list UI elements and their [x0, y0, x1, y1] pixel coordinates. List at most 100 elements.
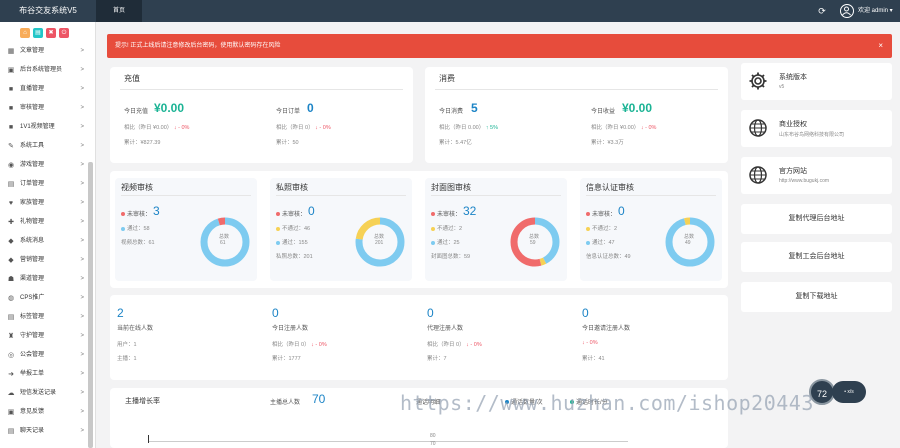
total-anchors-label: 主播总人数 [270, 400, 301, 406]
passed-count: 通过：155 [276, 238, 308, 246]
sidebar-item[interactable]: ■ 直播管理 > [0, 80, 88, 99]
chevron-right-icon: > [80, 390, 84, 396]
ring-total: 61 [220, 240, 226, 246]
sidebar-item[interactable]: ◉ 游戏管理 > [0, 156, 88, 175]
sidebar-item-label: 聊天记录 [20, 428, 45, 434]
chart-axis [148, 441, 628, 442]
info-card: 系统版本 v5 [741, 63, 892, 100]
sidebar-item[interactable]: ▦ 文章管理 > [0, 42, 88, 61]
stat-value: 0 [272, 306, 279, 320]
sidebar-item[interactable]: ■ 1V1视频管理 > [0, 118, 88, 137]
user-menu[interactable]: 欢迎 admin ▾ [858, 0, 893, 22]
chart-tick: 80 [430, 433, 436, 439]
passed-count: 通过：58 [121, 224, 150, 232]
power-icon[interactable]: ⏻ [59, 28, 69, 38]
sidebar-item[interactable]: ▣ 意见反馈 > [0, 403, 88, 422]
consume-title: 消费 [439, 74, 455, 83]
globe-icon [748, 165, 768, 185]
sidebar-item[interactable]: ◆ 营销管理 > [0, 251, 88, 270]
copy-address-button[interactable]: 复制下载地址 [741, 282, 892, 312]
sidebar-item-label: 家族管理 [20, 200, 45, 206]
stat-line-1: 用户：1 [117, 342, 137, 348]
total-count: 视频总数：61 [121, 240, 155, 246]
sidebar-item[interactable]: ■ 审核管理 > [0, 99, 88, 118]
sidebar-item[interactable]: ➜ 举报工单 > [0, 365, 88, 384]
tab-home[interactable]: 首页 [96, 0, 142, 22]
sidebar-item[interactable]: ✚ 礼物管理 > [0, 213, 88, 232]
menu-icon: ✚ [8, 219, 14, 226]
menu-icon: ▤ [7, 428, 15, 435]
sidebar-item[interactable]: ▣ 后台系统管理员 > [0, 61, 88, 80]
stat-value: 2 [117, 306, 124, 320]
stat-line-2: 累计：7 [427, 356, 447, 362]
info-title: 系统版本 [779, 74, 807, 81]
avatar-icon[interactable] [840, 4, 854, 18]
chart-y-axis [148, 435, 149, 443]
refresh-icon[interactable]: ⟳ [816, 5, 828, 17]
menu-icon: ☁ [7, 390, 15, 397]
failed-count: 不通过：2 [586, 224, 617, 232]
divider [435, 89, 718, 90]
menu-icon: ◎ [7, 352, 15, 359]
document-icon[interactable]: ▤ [33, 28, 43, 38]
review-panel: 私照审核 未审核： 0 不通过：46 通过：155 私照总数：201 总数 201 [270, 178, 412, 281]
sidebar-item[interactable]: ♥ 家族管理 > [0, 194, 88, 213]
divider [431, 195, 561, 196]
growth-title: 主播增长率 [125, 398, 160, 405]
stat-label: 今日注册人数 [272, 326, 309, 332]
sidebar-item-label: 文章管理 [20, 48, 45, 54]
consume-card: 消费 今日消费 5 相比（昨日 0.00） ↑ 5% 累计：5.47亿 今日收益… [425, 67, 728, 163]
info-subtitle: 山东布谷鸟网络科技有限公司 [779, 132, 845, 138]
chevron-right-icon: > [80, 371, 84, 377]
stat-line-2: 主播：1 [117, 356, 137, 362]
sidebar-item[interactable]: ▤ 聊天记录 > [0, 422, 88, 441]
speed-widget-pill[interactable]: • x/s [832, 381, 866, 403]
menu-icon: ♥ [8, 200, 14, 207]
copy-address-button[interactable]: 复制代理后台地址 [741, 204, 892, 234]
sidebar-item[interactable]: ◍ CPS推广 > [0, 289, 88, 308]
today-recharge-compare: 相比（昨日 ¥0.00） ↓ - 0% [124, 125, 190, 131]
copy-address-button[interactable]: 复制工会后台地址 [741, 242, 892, 272]
menu-icon: ▤ [7, 181, 15, 188]
review-panel: 封面图审核 未审核： 32 不通过：2 通过：25 封面图总数：59 总数 59 [425, 178, 567, 281]
pending-label: 未审核： [586, 209, 616, 218]
today-consume-label: 今日消费 [439, 109, 464, 115]
sidebar-item-label: 公会管理 [20, 352, 45, 358]
sidebar-item[interactable]: ▤ 订单管理 > [0, 175, 88, 194]
globe-icon [748, 118, 768, 138]
sidebar-scrollbar[interactable] [88, 162, 93, 448]
sidebar-item[interactable]: ♜ 守护管理 > [0, 327, 88, 346]
stat-line-2: 累计：1777 [272, 356, 301, 362]
chevron-right-icon: > [80, 143, 84, 149]
chevron-right-icon: > [80, 276, 84, 282]
stat-label: 代理注册人数 [427, 326, 464, 332]
sidebar-item-label: 系统消息 [20, 238, 45, 244]
sidebar-item-label: 审核管理 [20, 105, 45, 111]
today-orders-compare: 相比（昨日 0） ↓ - 0% [276, 125, 331, 131]
sidebar-item[interactable]: ✎ 系统工具 > [0, 137, 88, 156]
sidebar-item[interactable]: ▤ 标签管理 > [0, 308, 88, 327]
failed-count: 不通过：46 [276, 224, 310, 232]
chevron-right-icon: > [80, 314, 84, 320]
sidebar-item[interactable]: ☗ 渠道管理 > [0, 270, 88, 289]
today-recharge-value: ¥0.00 [154, 101, 185, 115]
stat-label: 当前在线人数 [117, 326, 154, 332]
menu-icon: ◆ [8, 238, 14, 245]
ring-total: 59 [530, 240, 536, 246]
close-icon[interactable]: × [878, 34, 883, 58]
home-icon[interactable]: ⌂ [20, 28, 30, 38]
sidebar-item-label: 直播管理 [20, 86, 45, 92]
sidebar-item[interactable]: ◆ 系统消息 > [0, 232, 88, 251]
trash-icon[interactable]: ✖ [46, 28, 56, 38]
total-count: 信息认证总数：49 [586, 254, 631, 260]
stat-value: 0 [427, 306, 434, 320]
info-title: 官方网站 [779, 168, 807, 175]
menu-icon: ◉ [7, 162, 15, 169]
total-count: 封面图总数：59 [431, 254, 471, 260]
review-title: 私照审核 [276, 183, 308, 192]
menu-icon: ▤ [7, 314, 15, 321]
review-title: 信息认证审核 [586, 183, 634, 192]
sidebar-item[interactable]: ◎ 公会管理 > [0, 346, 88, 365]
sidebar-item[interactable]: ☁ 短信发送记录 > [0, 384, 88, 403]
total-anchors-value: 70 [312, 392, 326, 406]
